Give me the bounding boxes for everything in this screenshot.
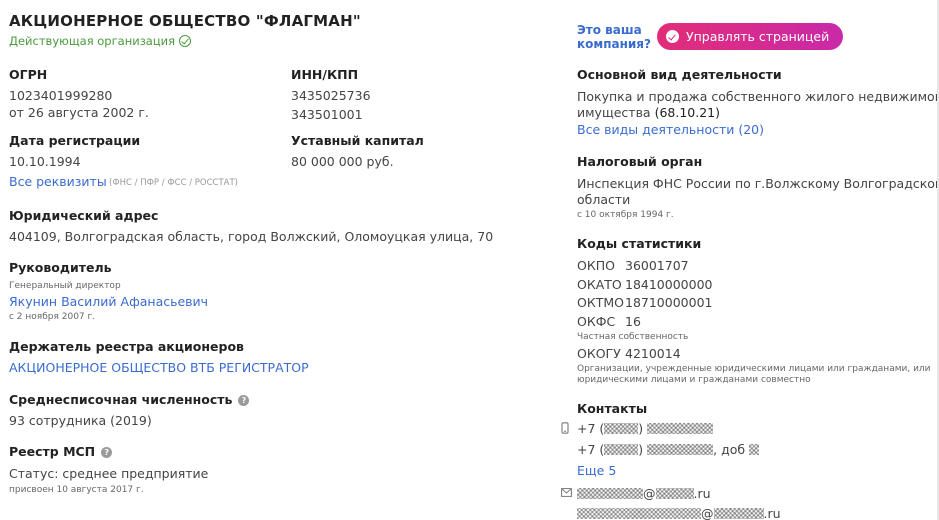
head-label: Руководитель [9,260,112,275]
phone-2-ext: , доб [713,442,746,457]
okogu-desc-line1: Организации, учрежденные юридическими ли… [577,364,931,374]
check-badge-icon [666,30,679,43]
company-status: Действующая организация [9,34,192,48]
employees-label: Среднесписочная численность? [9,392,250,407]
status-label: Действующая организация [9,34,176,48]
activity-label: Основной вид деятельности [577,67,782,82]
masked-digits [604,423,639,434]
masked-text [577,508,701,519]
all-activities-link[interactable]: Все виды деятельности (20) [577,122,764,137]
capital-value: 80 000 000 руб. [291,154,394,169]
phone-2-prefix: +7 ( [577,442,605,457]
masked-digits [749,444,760,455]
head-name-link[interactable]: Якунин Василий Афанасьевич [9,294,208,309]
ogrn-value: 1023401999280 [9,88,113,103]
okpo-key: ОКПО [577,258,615,273]
address-label: Юридический адрес [9,208,159,223]
msp-status: Статус: среднее предприятие [9,466,209,481]
tax-line2: области [577,192,631,207]
msp-label-text: Реестр МСП [9,444,96,459]
masked-text [577,488,643,499]
email-1-tld: .ru [693,486,711,501]
phone-2[interactable]: +7 () , доб [577,442,760,457]
msp-label: Реестр МСП? [9,444,113,459]
okato-row: ОКАТО 18410000000 [577,277,712,292]
kpp-value: 343501001 [291,107,363,122]
okfs-row: ОКФС 16 [577,314,641,329]
oktmo-row: ОКТМО18710000001 [577,295,712,310]
employees-value: 93 сотрудника (2019) [9,413,152,428]
okfs-desc: Частная собственность [577,332,689,342]
okogu-desc: Организации, учрежденные юридическими ли… [577,364,931,386]
registration-label: Дата регистрации [9,133,141,148]
masked-digits [604,444,639,455]
oktmo-key: ОКТМО [577,295,624,310]
head-role: Генеральный директор [9,281,121,291]
oktmo-value: 18710000001 [625,295,713,310]
tax-since: с 10 октября 1994 г. [577,210,674,220]
capital-label: Уставный капитал [291,133,424,148]
head-since: с 2 ноября 2007 г. [9,312,96,322]
okogu-value: 4210014 [625,346,681,361]
activity-line2: имущества (68.10.21) [577,105,720,120]
okato-value: 18410000000 [625,277,713,292]
email-icon [561,488,572,497]
email-2[interactable]: @ .ru [577,506,781,520]
activity-line2-text: имущества [577,105,651,120]
registrar-link[interactable]: АКЦИОНЕРНОЕ ОБЩЕСТВО ВТБ РЕГИСТРАТОР [9,360,309,375]
ogrn-date: от 26 августа 2002 г. [9,105,149,120]
ogrn-label: ОГРН [9,67,48,82]
address-value: 404109, Волгоградская область, город Вол… [9,229,494,244]
masked-text [713,508,764,519]
stats-label: Коды статистики [577,236,702,251]
okfs-key: ОКФС [577,314,616,329]
company-name: АКЦИОНЕРНОЕ ОБЩЕСТВО "ФЛАГМАН" [9,12,361,30]
inn-value: 3435025736 [291,88,371,103]
masked-digits [647,444,714,455]
check-icon [179,35,192,47]
requisites-link[interactable]: Все реквизиты [9,174,107,189]
inn-label: ИНН/КПП [291,67,359,82]
phone-1[interactable]: +7 () [577,421,714,436]
manage-page-button[interactable]: Управлять страницей [657,23,844,50]
masked-text [655,488,694,499]
activity-code: (68.10.21) [654,105,721,120]
okogu-desc-line2: юридическими лицами и гражданами совмест… [577,375,811,385]
phone-1-prefix: +7 ( [577,421,605,436]
more-contacts-link[interactable]: Еще 5 [577,463,616,478]
phone-icon [561,422,569,434]
okato-key: ОКАТО [577,277,622,292]
masked-digits [647,423,714,434]
requisites-note: (ФНС / ПФР / ФСС / РОССТАТ) [109,178,238,188]
okfs-value: 16 [625,314,641,329]
email-1[interactable]: @ .ru [577,486,711,501]
claim-line2: компания? [577,37,651,51]
okpo-row: ОКПО 36001707 [577,258,689,273]
msp-assigned: присвоен 10 августа 2017 г. [9,485,144,495]
activity-line1: Покупка и продажа собственного жилого не… [577,89,939,104]
email-2-tld: .ru [763,506,781,520]
okogu-row: ОКОГУ 4210014 [577,346,681,361]
tax-label: Налоговый орган [577,154,703,169]
email-1-at: @ [643,486,656,501]
tax-line1: Инспекция ФНС России по г.Волжскому Волг… [577,176,939,191]
manage-page-label: Управлять страницей [686,29,830,44]
registrar-label: Держатель реестра акционеров [9,339,244,354]
employees-label-text: Среднесписочная численность [9,392,233,407]
claim-question[interactable]: Это ваша компания? [577,23,651,51]
okogu-key: ОКОГУ [577,346,621,361]
claim-line1: Это ваша [577,23,642,37]
help-icon[interactable]: ? [101,447,113,458]
registration-value: 10.10.1994 [9,154,81,169]
okpo-value: 36001707 [625,258,689,273]
contacts-label: Контакты [577,401,648,416]
help-icon[interactable]: ? [238,395,250,406]
